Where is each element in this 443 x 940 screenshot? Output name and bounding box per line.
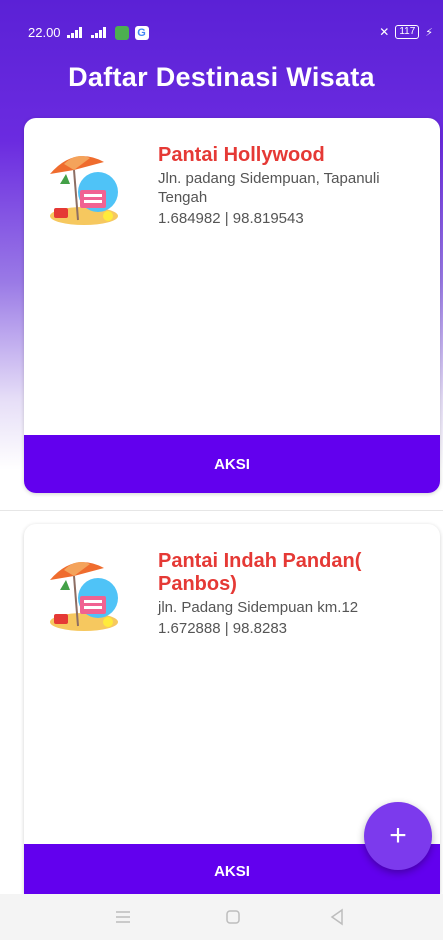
signal-icon bbox=[66, 27, 85, 38]
beach-thumbnail-icon bbox=[50, 562, 118, 631]
list-divider bbox=[0, 510, 443, 511]
signal-2-icon bbox=[90, 27, 109, 38]
system-navigation-bar bbox=[0, 894, 443, 940]
destination-coordinates: 1.672888 | 98.8283 bbox=[158, 620, 288, 637]
destination-coordinates: 1.684982 | 98.819543 bbox=[158, 210, 304, 227]
destination-name: Pantai Indah Pandan( Panbos) bbox=[158, 550, 362, 595]
destination-address: Jln. padang Sidempuan, Tapanuli Tengah bbox=[158, 170, 380, 206]
menu-icon[interactable] bbox=[112, 906, 134, 928]
status-time: 22.00 bbox=[28, 25, 61, 40]
google-notification-icon: G bbox=[134, 25, 149, 40]
mute-icon: ✕ bbox=[379, 25, 390, 39]
status-bar: 22.00 G ✕ 117 ⚡ bbox=[0, 0, 443, 56]
aksi-button[interactable]: AKSI bbox=[24, 435, 440, 493]
destination-name: Pantai Hollywood bbox=[158, 144, 325, 166]
charging-icon: ⚡ bbox=[425, 26, 433, 39]
destination-card[interactable]: Pantai Hollywood Jln. padang Sidempuan, … bbox=[24, 118, 440, 493]
beach-thumbnail-icon bbox=[50, 156, 118, 225]
page-title: Daftar Destinasi Wisata bbox=[68, 62, 375, 92]
back-icon[interactable] bbox=[326, 906, 348, 928]
battery-icon: 117 bbox=[395, 25, 420, 39]
add-destination-button[interactable]: + bbox=[364, 802, 432, 870]
destination-address: jln. Padang Sidempuan km.12 bbox=[158, 599, 359, 616]
home-icon[interactable] bbox=[222, 906, 244, 928]
gallery-notification-icon bbox=[114, 25, 129, 40]
